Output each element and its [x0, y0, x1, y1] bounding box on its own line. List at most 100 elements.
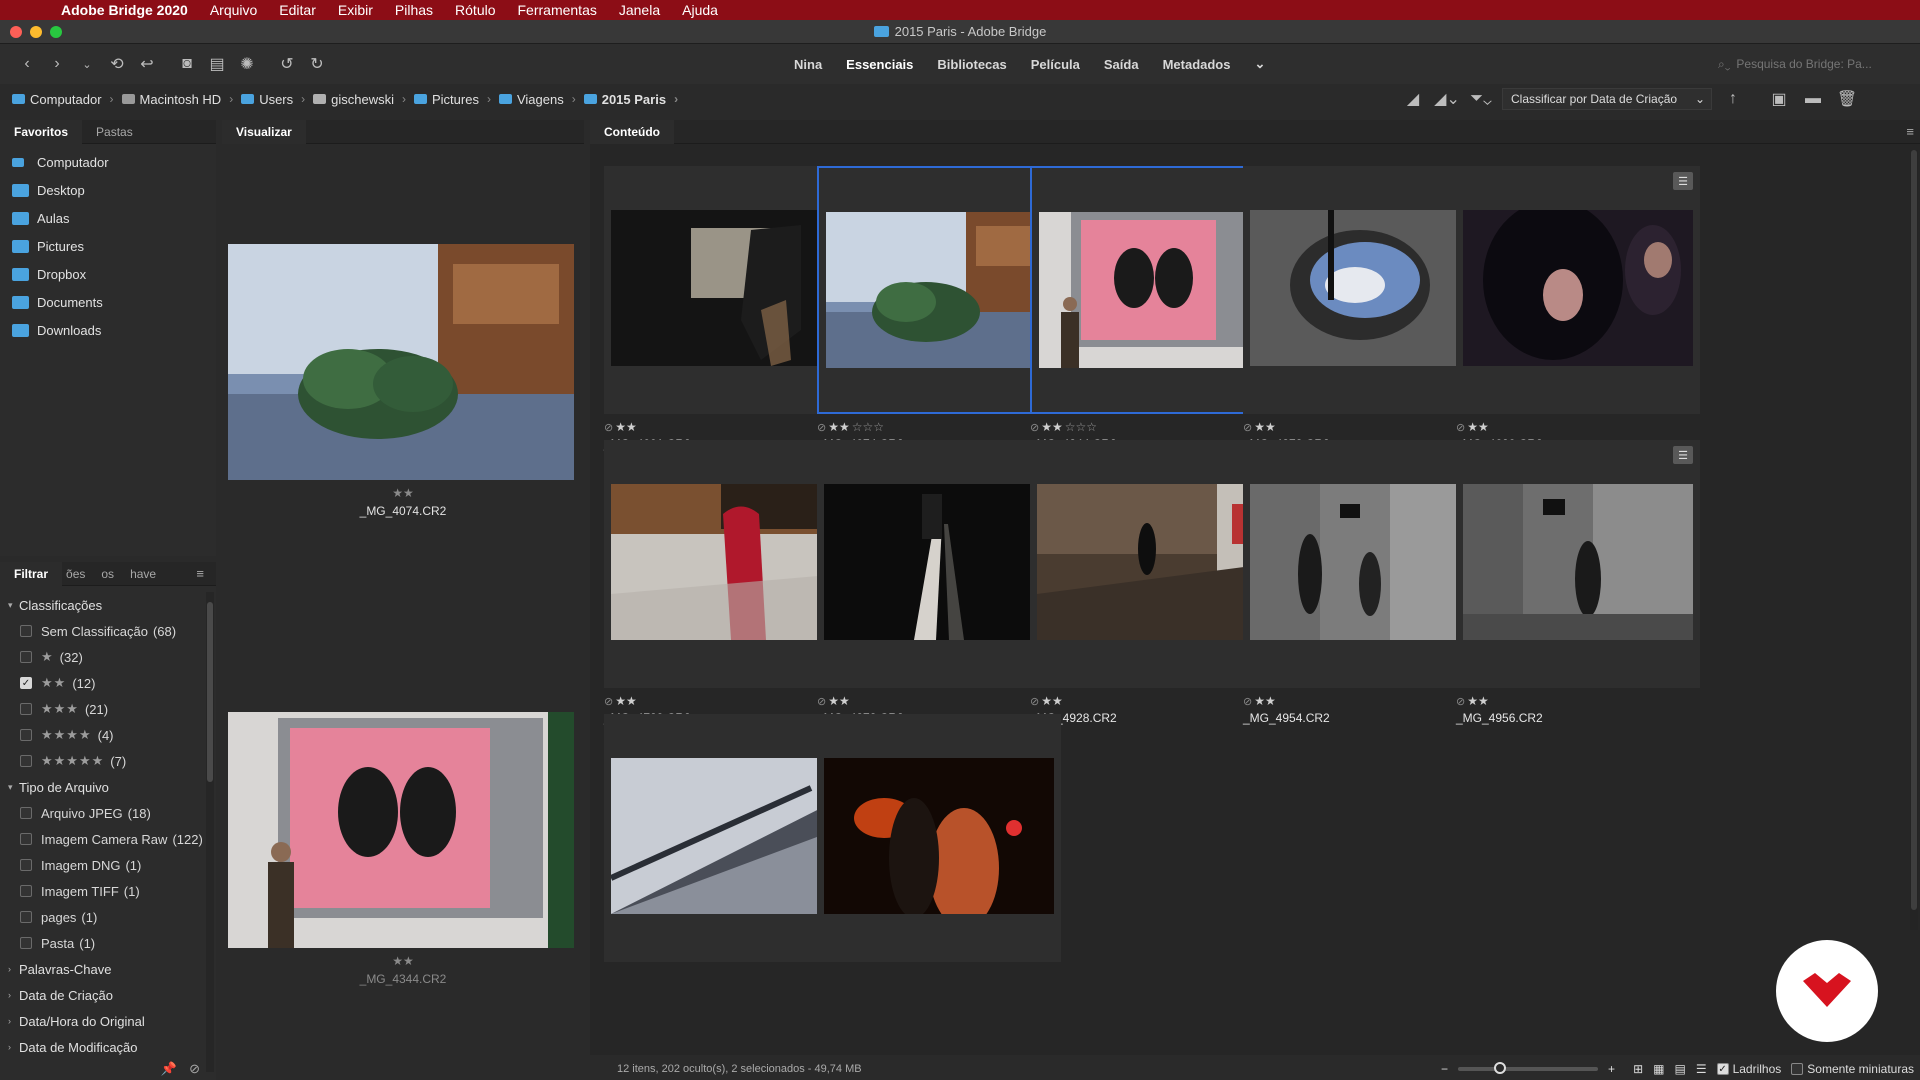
close-window-button[interactable] — [10, 26, 22, 38]
reject-icon[interactable]: ⊘ — [1456, 695, 1465, 708]
workspace-saida[interactable]: Saída — [1092, 44, 1151, 84]
reject-icon[interactable]: ⊘ — [1456, 421, 1465, 434]
slider-knob[interactable] — [1493, 1062, 1506, 1074]
tab-favoritos[interactable]: Favoritos — [0, 119, 83, 144]
menu-editar[interactable]: Editar — [268, 2, 327, 18]
filter-checkbox[interactable] — [20, 729, 32, 741]
thumbnail[interactable]: ☰ — [604, 440, 848, 688]
tab-exportar[interactable]: os — [89, 562, 126, 586]
thumbnail-filename[interactable]: _MG_4954.CR2 — [1243, 711, 1487, 725]
breadcrumb-item[interactable]: Computador › — [12, 92, 122, 107]
filter-row[interactable]: Imagem TIFF (1) — [0, 878, 216, 904]
thumbnail-image[interactable] — [1463, 484, 1693, 640]
rotate-left-icon[interactable]: ↺ — [274, 51, 300, 77]
rating-stars[interactable]: ★★ — [615, 694, 637, 708]
reject-icon[interactable]: ⊘ — [1243, 695, 1252, 708]
thumbnail-rating[interactable]: ⊘ ★★ — [1243, 692, 1487, 710]
thumbnail-filename[interactable]: _MG_4956.CR2 — [1456, 711, 1700, 725]
filter-checkbox[interactable] — [20, 911, 32, 923]
filter-section-header[interactable]: › Data de Criação — [0, 982, 216, 1008]
filter-row[interactable]: ★ (32) — [0, 644, 216, 670]
menu-exibir[interactable]: Exibir — [327, 2, 384, 18]
thumbnail-rating[interactable]: ⊘ ★★ — [1456, 418, 1700, 436]
pin-icon[interactable]: 📌 — [161, 1061, 177, 1077]
thumbnail[interactable]: ☰ — [1243, 166, 1487, 414]
rotate-right-icon[interactable]: ↻ — [304, 51, 330, 77]
rating-stars[interactable]: ★★ — [828, 694, 850, 708]
breadcrumb-item[interactable]: Pictures › — [414, 92, 499, 107]
filter-row[interactable]: Pasta (1) — [0, 930, 216, 956]
rating-stars[interactable]: ★★ — [1254, 420, 1276, 434]
filter-section-header[interactable]: › Data de Modificação — [0, 1034, 216, 1060]
menu-ajuda[interactable]: Ajuda — [671, 2, 729, 18]
new-folder-icon[interactable]: ▣ — [1766, 86, 1792, 112]
filter-row[interactable]: Imagem DNG (1) — [0, 852, 216, 878]
thumbnail-rating[interactable]: ⊘ ★★ — [604, 418, 848, 436]
favorite-item[interactable]: Dropbox — [0, 260, 216, 288]
recent-history-icon[interactable]: ⟲ — [104, 51, 130, 77]
favorite-item[interactable]: Downloads — [0, 316, 216, 344]
reject-icon[interactable]: ⊘ — [1030, 695, 1039, 708]
filter-row[interactable]: ★★★★★ (7) — [0, 748, 216, 774]
thumbnail[interactable] — [817, 440, 1061, 688]
view-thumbnails-icon[interactable]: ▦ — [1653, 1062, 1664, 1076]
breadcrumb-item[interactable]: Viagens › — [498, 92, 584, 107]
thumbnail-image[interactable] — [824, 484, 1054, 640]
tab-conteudo[interactable]: Conteúdo — [590, 119, 674, 144]
rating-stars[interactable]: ★★ — [615, 420, 637, 434]
reject-icon[interactable]: ⊘ — [817, 421, 826, 434]
thumbnail-rating[interactable]: ⊘ ★★ — [1456, 692, 1700, 710]
reject-icon[interactable]: ⊘ — [604, 695, 613, 708]
adjustments-badge-icon[interactable]: ☰ — [1673, 446, 1693, 464]
sort-select[interactable]: Classificar por Data de Criação ⌄ — [1502, 88, 1712, 110]
tab-filtrar[interactable]: Filtrar — [0, 561, 63, 586]
thumbnail-rating[interactable]: ⊘ ★★ — [1243, 418, 1487, 436]
filter-checkbox[interactable] — [20, 937, 32, 949]
quality-icon[interactable]: ◢ — [1400, 86, 1426, 112]
panel-menu-icon[interactable]: ≡ — [196, 566, 204, 581]
zoom-window-button[interactable] — [50, 26, 62, 38]
filter-row[interactable]: Arquivo JPEG (18) — [0, 800, 216, 826]
filter-section-header[interactable]: › Data/Hora do Original — [0, 1008, 216, 1034]
thumbnail-image[interactable] — [826, 212, 1056, 368]
minimize-window-button[interactable] — [30, 26, 42, 38]
thumbnail-image[interactable] — [1463, 210, 1693, 366]
rating-stars[interactable]: ★★ — [1254, 694, 1276, 708]
filter-row[interactable]: pages (1) — [0, 904, 216, 930]
zoom-out-icon[interactable]: − — [1441, 1062, 1448, 1076]
return-boomerang-icon[interactable]: ↩ — [134, 51, 160, 77]
thumbnail[interactable]: ☰ — [604, 166, 848, 414]
forward-arrow-icon[interactable]: › — [44, 51, 70, 77]
panel-menu-icon[interactable]: ≡ — [1906, 124, 1914, 139]
filter-section-header[interactable]: ▾ Classificações — [0, 592, 216, 618]
breadcrumb-item[interactable]: 2015 Paris › — [583, 92, 686, 107]
thumbnail[interactable] — [817, 714, 1061, 962]
tab-palavras-chave[interactable]: have — [126, 562, 160, 586]
filter-row[interactable]: Sem Classificação (68) — [0, 618, 216, 644]
filter-checkbox[interactable] — [20, 755, 32, 767]
adjustments-badge-icon[interactable]: ☰ — [1673, 172, 1693, 190]
thumbnail-image[interactable] — [611, 758, 841, 914]
thumbnail-rating[interactable]: ⊘ ★★ ☆☆☆ — [1030, 418, 1274, 436]
filter-row[interactable]: ★★★ (21) — [0, 696, 216, 722]
folder-icon[interactable]: ▬ — [1800, 86, 1826, 112]
rating-stars[interactable]: ★★ — [1041, 420, 1063, 434]
camera-get-photos-icon[interactable]: ◙ — [174, 51, 200, 77]
back-arrow-icon[interactable]: ‹ — [14, 51, 40, 77]
filter-checkbox[interactable] — [20, 625, 32, 637]
favorite-item[interactable]: Documents — [0, 288, 216, 316]
filter-row[interactable]: ✓ ★★ (12) — [0, 670, 216, 696]
reject-icon[interactable]: ⊘ — [604, 421, 613, 434]
menu-app-name[interactable]: Adobe Bridge 2020 — [50, 2, 199, 18]
reject-icon[interactable]: ⊘ — [1243, 421, 1252, 434]
favorite-item[interactable]: Aulas — [0, 204, 216, 232]
grid-lock-icon[interactable]: ⊞ — [1633, 1062, 1643, 1076]
zoom-in-icon[interactable]: + — [1608, 1062, 1615, 1076]
tab-colecoes[interactable]: ões — [62, 562, 89, 586]
filter-section-header[interactable]: › Palavras-Chave — [0, 956, 216, 982]
content-scrollbar[interactable] — [1910, 150, 1918, 930]
view-details-icon[interactable]: ▤ — [1674, 1062, 1685, 1076]
thumbnail-image[interactable] — [1250, 484, 1480, 640]
search-input[interactable] — [1736, 57, 1887, 71]
filter-row[interactable]: Imagem Camera Raw (122) — [0, 826, 216, 852]
